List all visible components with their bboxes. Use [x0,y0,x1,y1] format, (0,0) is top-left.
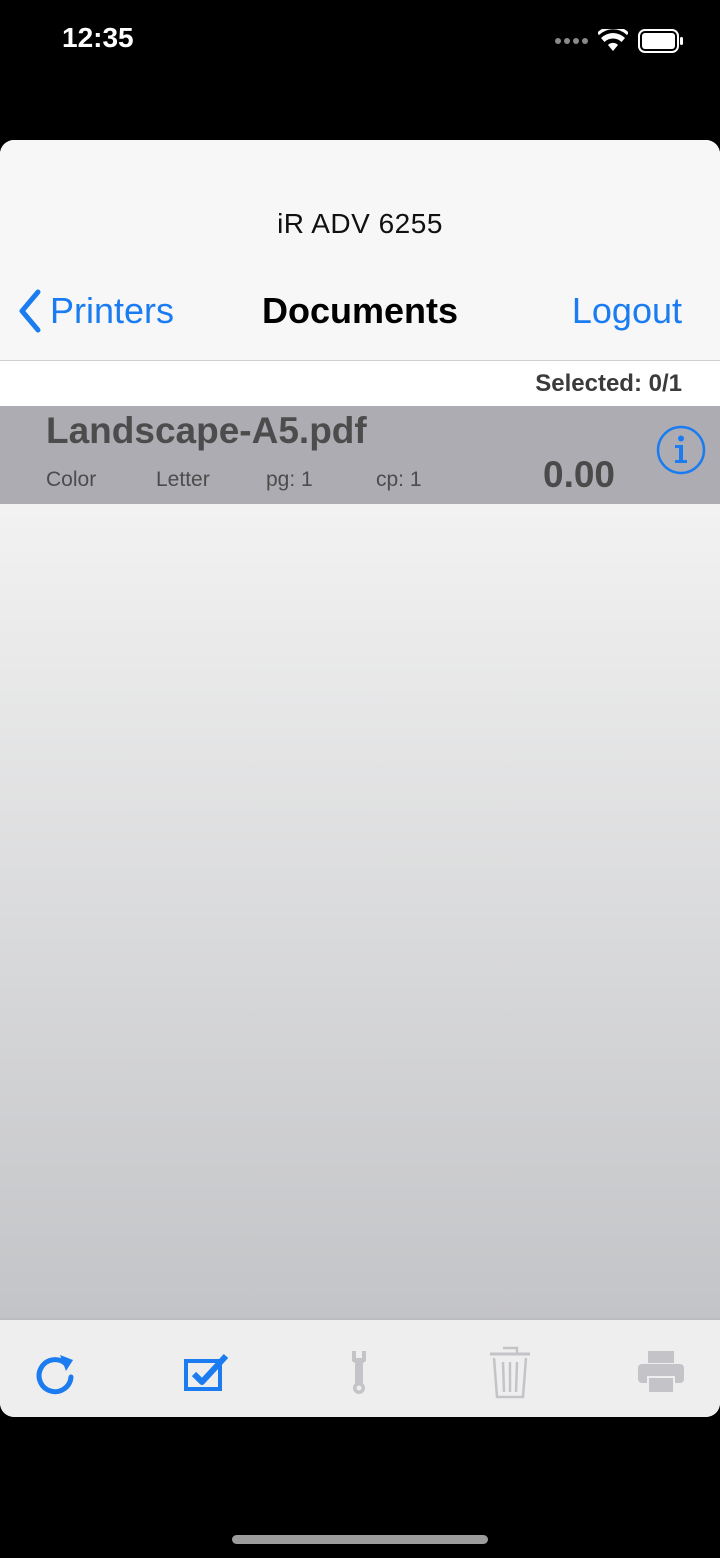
info-icon [656,425,706,475]
status-time: 12:35 [62,22,134,53]
print-icon [638,1351,684,1394]
refresh-icon [36,1355,74,1395]
select-all-icon [184,1353,229,1391]
documents-sheet: iR ADV 6255 Printers Documents Logout Se… [0,140,720,1417]
status-bar: 12:35 [0,0,720,90]
battery-icon [638,29,683,53]
wifi-icon [598,29,628,51]
selection-bar: Selected: 0/1 [0,361,720,406]
document-row[interactable]: Landscape-A5.pdf Color Letter pg: 1 cp: … [0,406,720,504]
settings-wrench-icon [352,1351,366,1394]
select-button[interactable] [181,1344,231,1400]
refresh-button[interactable] [31,1344,81,1400]
document-color-mode: Color [46,468,97,491]
signal-icon [555,38,588,44]
back-button-label: Printers [50,290,175,331]
status-icons [554,26,684,56]
document-name: Landscape-A5.pdf [46,410,367,451]
logout-button[interactable]: Logout [572,290,682,332]
printer-name: iR ADV 6255 [277,208,443,239]
info-button[interactable] [656,425,706,475]
bottom-toolbar [0,1318,720,1417]
chevron-left-icon [19,289,41,333]
settings-button[interactable] [334,1344,384,1400]
document-paper-size: Letter [156,468,210,491]
document-list-empty-area [0,504,720,1318]
document-copies: cp: 1 [376,468,422,491]
delete-button[interactable] [485,1344,535,1400]
selected-count: Selected: 0/1 [535,370,682,397]
print-button[interactable] [636,1344,686,1400]
navigation-bar: iR ADV 6255 Printers Documents Logout [0,140,720,361]
back-button[interactable]: Printers [18,288,174,334]
trash-icon [490,1346,530,1399]
home-indicator[interactable] [232,1535,488,1544]
document-pages: pg: 1 [266,468,313,491]
document-cost: 0.00 [543,454,616,495]
